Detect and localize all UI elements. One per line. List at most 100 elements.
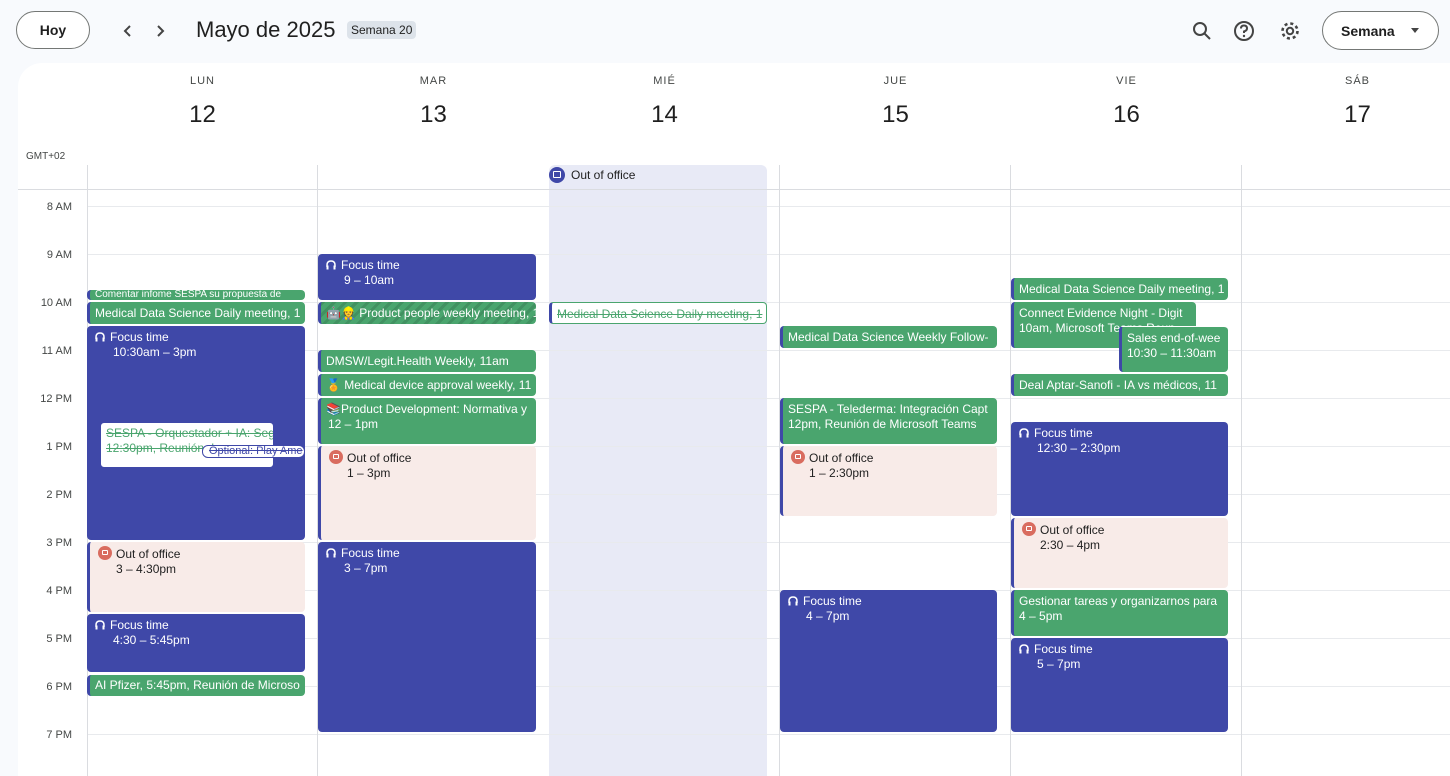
event-title: Optional: Play Ame — [209, 445, 303, 457]
event-title: Medical Data Science Daily meeting, 1 — [557, 307, 763, 321]
event-time: 12 – 1pm — [328, 417, 379, 431]
event-title: Out of office — [1040, 523, 1105, 537]
event-time: 12:30 – 2:30pm — [1037, 441, 1121, 455]
event-ooo-thu[interactable]: Out of office 1 – 2:30pm — [780, 446, 997, 516]
event-title: Focus time — [110, 618, 169, 632]
event-deal-aptar-sanofi[interactable]: Deal Aptar-Sanofi - IA vs médicos, 11 — [1011, 374, 1228, 396]
hour-label: 8 AM — [46, 201, 72, 213]
hour-line — [87, 734, 1450, 735]
event-ooo-mon[interactable]: Out of office 3 – 4:30pm — [87, 542, 305, 612]
event-title: Out of office — [116, 547, 181, 561]
day-number-sat[interactable]: 17 — [1242, 101, 1450, 129]
event-dmsw-weekly[interactable]: DMSW/Legit.Health Weekly, 11am — [318, 350, 536, 372]
event-title: SESPA - Telederma: Integración Capt — [788, 402, 988, 416]
today-button[interactable]: Hoy — [16, 11, 90, 49]
help-button[interactable] — [1228, 15, 1260, 47]
event-mds-daily-wed[interactable]: Medical Data Science Daily meeting, 1 — [549, 302, 767, 324]
event-ooo-tue[interactable]: Out of office 1 – 3pm — [318, 446, 536, 540]
event-ai-pfizer[interactable]: AI Pfizer, 5:45pm, Reunión de Microso — [87, 675, 305, 696]
event-gestionar-tareas[interactable]: Gestionar tareas y organizarnos para 4 –… — [1011, 590, 1228, 636]
event-title: 📚Product Development: Normativa y — [326, 402, 528, 416]
event-title: Out of office — [347, 451, 412, 465]
hour-line — [87, 254, 1450, 255]
view-selector-label: Semana — [1341, 22, 1395, 39]
event-title: Medical Data Science Weekly Follow- — [788, 330, 989, 344]
event-title: AI Pfizer, — [95, 678, 144, 692]
allday-ooo-wed[interactable]: Out of office — [549, 167, 635, 183]
wed-ooo-column[interactable] — [549, 165, 767, 776]
headset-icon — [95, 332, 105, 342]
headset-icon — [95, 620, 105, 630]
event-time: 4:30 – 5:45pm — [113, 633, 190, 647]
event-title: Medical Data Science Daily meeting, 1 — [95, 306, 301, 320]
search-button[interactable] — [1186, 15, 1218, 47]
event-optional-play[interactable]: Optional: Play Ame — [202, 445, 305, 458]
hour-label: 2 PM — [46, 489, 72, 501]
event-comentar-informe[interactable]: Comentar infome SESPA su propuesta de — [87, 290, 305, 300]
event-title: DMSW/Legit.Health Weekly, — [326, 354, 477, 368]
event-ooo-fri[interactable]: Out of office 2:30 – 4pm — [1011, 518, 1228, 588]
next-week-button[interactable] — [144, 15, 176, 47]
page-title: Mayo de 2025 — [196, 17, 336, 42]
event-time: 4 – 7pm — [806, 609, 850, 623]
day-name-sat: SÁB — [1344, 75, 1370, 87]
event-focus-time-tue-1[interactable]: Focus time 9 – 10am — [318, 254, 536, 300]
event-title: 🤖👷 Product people weekly meeting, 1 — [326, 306, 536, 320]
day-number-fri[interactable]: 16 — [1011, 101, 1242, 129]
event-time: 10:30am – 3pm — [113, 345, 197, 359]
out-of-office-icon — [98, 546, 112, 560]
out-of-office-icon — [549, 167, 565, 183]
allday-ooo-title: Out of office — [571, 168, 636, 182]
event-product-people[interactable]: 🤖👷 Product people weekly meeting, 1 — [318, 302, 536, 324]
headset-icon — [326, 548, 336, 558]
event-title: Focus time — [341, 258, 400, 272]
event-mds-weekly-followup[interactable]: Medical Data Science Weekly Follow- — [780, 326, 997, 348]
event-title: Out of office — [809, 451, 874, 465]
event-title: Comentar infome SESPA su propuesta de — [95, 290, 282, 300]
event-focus-time-mon-2[interactable]: Focus time 4:30 – 5:45pm — [87, 614, 305, 672]
event-title: Focus time — [1034, 426, 1093, 440]
hour-label: 1 PM — [46, 441, 72, 453]
event-mds-daily-fri[interactable]: Medical Data Science Daily meeting, 1 — [1011, 278, 1228, 300]
event-mds-daily-mon[interactable]: Medical Data Science Daily meeting, 1 — [87, 302, 305, 324]
event-focus-time-thu[interactable]: Focus time 4 – 7pm — [780, 590, 997, 732]
out-of-office-icon — [791, 450, 805, 464]
event-title: Focus time — [803, 594, 862, 608]
event-focus-time-fri-1[interactable]: Focus time 12:30 – 2:30pm — [1011, 422, 1228, 516]
event-time: 10:30 – 11:30am — [1127, 346, 1217, 360]
hour-label: 7 PM — [46, 729, 72, 741]
hour-line — [87, 206, 1450, 207]
event-title: Deal Aptar-Sanofi - IA vs médicos, 11 — [1019, 378, 1217, 392]
event-sespa-telederma[interactable]: SESPA - Telederma: Integración Capt 12pm… — [780, 398, 997, 444]
hour-label: 12 PM — [40, 393, 72, 405]
hour-label: 11 AM — [41, 345, 72, 357]
event-time: 3 – 7pm — [344, 561, 388, 575]
prev-week-button[interactable] — [112, 15, 144, 47]
day-number-tue[interactable]: 13 — [318, 101, 549, 129]
event-title: Gestionar tareas y organizarnos para — [1019, 594, 1218, 608]
hour-label: 9 AM — [46, 249, 72, 261]
event-time: 1 – 3pm — [347, 466, 391, 480]
allday-divider — [18, 189, 1450, 190]
day-number-wed[interactable]: 14 — [549, 101, 780, 129]
event-focus-time-tue-2[interactable]: Focus time 3 – 7pm — [318, 542, 536, 732]
event-title: 🏅 Medical device approval weekly, 11 — [326, 378, 532, 392]
day-number-mon[interactable]: 12 — [87, 101, 318, 129]
day-number-thu[interactable]: 15 — [780, 101, 1011, 129]
hour-label: 10 AM — [40, 297, 72, 309]
settings-button[interactable] — [1274, 15, 1306, 47]
day-name-thu: JUE — [883, 75, 908, 87]
headset-icon — [326, 260, 336, 270]
day-name-wed: MIÉ — [653, 75, 676, 87]
day-divider — [1241, 165, 1242, 776]
event-product-development[interactable]: 📚Product Development: Normativa y 12 – 1… — [318, 398, 536, 444]
hour-label: 4 PM — [46, 585, 72, 597]
day-name-fri: VIE — [1116, 75, 1137, 87]
view-selector[interactable]: Semana — [1322, 11, 1439, 50]
event-device-approval[interactable]: 🏅 Medical device approval weekly, 11 — [318, 374, 536, 396]
event-sales-end-of-week[interactable]: Sales end-of-wee 10:30 – 11:30am — [1119, 326, 1228, 372]
timezone-label: GMT+02 — [26, 151, 66, 162]
event-time: 5 – 7pm — [1037, 657, 1081, 671]
event-focus-time-fri-2[interactable]: Focus time 5 – 7pm — [1011, 638, 1228, 732]
week-badge: Semana 20 — [347, 21, 417, 39]
